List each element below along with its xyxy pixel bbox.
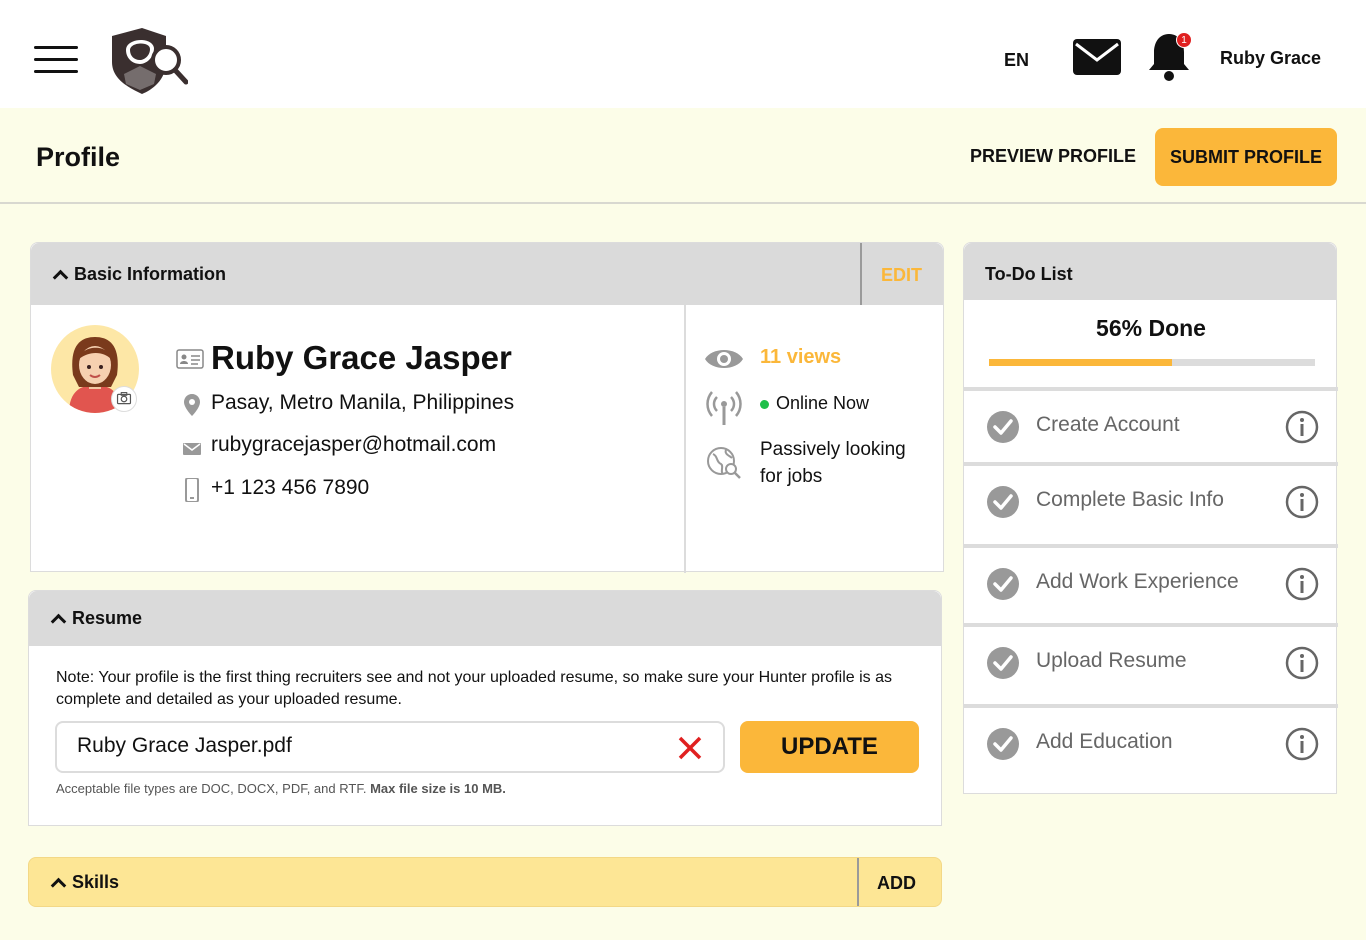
broadcast-icon — [706, 391, 742, 425]
add-skill-button[interactable]: ADD — [877, 873, 916, 894]
basic-information-card: Basic Information EDIT Ruby Grace Jasper — [30, 242, 944, 573]
preview-profile-button[interactable]: PREVIEW PROFILE — [970, 146, 1136, 167]
resume-title: Resume — [72, 608, 143, 628]
divider — [860, 243, 862, 305]
todo-list-header: To-Do List — [964, 243, 1336, 300]
todo-item-label: Add Education — [1036, 730, 1173, 753]
info-icon[interactable] — [1285, 410, 1319, 444]
page-header: Profile PREVIEW PROFILE SUBMIT PROFILE — [0, 108, 1366, 204]
file-type-hint: Acceptable file types are DOC, DOCX, PDF… — [56, 781, 506, 796]
check-circle-icon — [987, 486, 1019, 518]
todo-item[interactable]: Upload Resume — [964, 623, 1338, 699]
resume-file-field[interactable]: Ruby Grace Jasper.pdf — [55, 721, 725, 773]
camera-icon[interactable] — [111, 386, 137, 412]
file-types-text: Acceptable file types are DOC, DOCX, PDF… — [56, 781, 367, 796]
check-circle-icon — [987, 568, 1019, 600]
basic-information-title: Basic Information — [74, 264, 227, 284]
logo-icon[interactable] — [108, 24, 188, 96]
basic-information-header[interactable]: Basic Information EDIT — [31, 243, 943, 305]
language-selector[interactable]: EN — [1004, 50, 1029, 71]
notification-badge: 1 — [1176, 32, 1192, 48]
info-icon[interactable] — [1285, 646, 1319, 680]
location-text: Pasay, Metro Manila, Philippines — [211, 391, 515, 414]
submit-profile-button[interactable]: SUBMIT PROFILE — [1155, 128, 1337, 186]
todo-item[interactable]: Complete Basic Info — [964, 462, 1338, 538]
user-menu[interactable]: Ruby Grace — [1220, 48, 1321, 69]
phone-icon — [185, 478, 199, 502]
todo-list-card: To-Do List 56% Done Create Account Comple… — [963, 242, 1338, 794]
page-title: Profile — [36, 142, 121, 172]
location-pin-icon — [184, 394, 200, 416]
eye-icon — [705, 350, 743, 368]
chevron-up-icon[interactable] — [52, 269, 69, 286]
info-icon[interactable] — [1285, 485, 1319, 519]
todo-item-label: Complete Basic Info — [1036, 488, 1224, 511]
todo-item[interactable]: Add Work Experience — [964, 544, 1338, 620]
chevron-up-icon[interactable] — [50, 877, 67, 894]
profile-full-name: Ruby Grace Jasper — [211, 339, 512, 376]
id-card-icon — [176, 349, 204, 369]
info-icon[interactable] — [1285, 727, 1319, 761]
progress-bar — [989, 359, 1315, 366]
todo-list-title: To-Do List — [985, 264, 1073, 284]
progress-label: 56% Done — [1096, 315, 1206, 341]
divider — [857, 858, 859, 906]
max-file-size-text: Max file size is 10 MB. — [370, 781, 506, 796]
email-text: rubygracejasper@hotmail.com — [211, 433, 497, 456]
check-circle-icon — [987, 411, 1019, 443]
todo-item-label: Add Work Experience — [1036, 570, 1239, 593]
top-navbar: EN 1 Ruby Grace — [0, 0, 1366, 108]
phone-text: +1 123 456 7890 — [211, 476, 370, 499]
resume-note: Note: Your profile is the first thing re… — [56, 669, 892, 708]
profile-views: 11 views — [760, 346, 842, 368]
progress-bar-fill — [989, 359, 1172, 366]
online-status-text: Online Now — [776, 393, 870, 413]
globe-search-icon — [707, 447, 741, 479]
update-resume-button[interactable]: UPDATE — [740, 721, 919, 773]
check-circle-icon — [987, 647, 1019, 679]
resume-card: Resume Note: Your profile is the first t… — [28, 590, 942, 826]
remove-file-icon[interactable] — [677, 735, 703, 761]
online-dot-icon — [760, 400, 769, 409]
check-circle-icon — [987, 728, 1019, 760]
todo-item[interactable]: Add Education — [964, 704, 1338, 780]
resume-file-name: Ruby Grace Jasper.pdf — [77, 734, 292, 757]
hamburger-menu-icon[interactable] — [34, 46, 78, 76]
mail-icon[interactable] — [1072, 38, 1122, 76]
chevron-up-icon[interactable] — [50, 613, 67, 630]
info-icon[interactable] — [1285, 567, 1319, 601]
email-icon — [183, 443, 201, 455]
edit-button[interactable]: EDIT — [881, 265, 922, 286]
todo-item[interactable]: Create Account — [964, 387, 1338, 463]
skills-card[interactable]: Skills ADD — [28, 857, 942, 907]
divider — [684, 305, 686, 573]
todo-item-label: Create Account — [1036, 413, 1180, 436]
skills-title: Skills — [72, 872, 120, 892]
job-status: Passively looking for jobs — [760, 439, 906, 487]
online-status: Online Now — [760, 393, 869, 414]
resume-header[interactable]: Resume — [29, 591, 941, 646]
todo-item-label: Upload Resume — [1036, 649, 1187, 672]
